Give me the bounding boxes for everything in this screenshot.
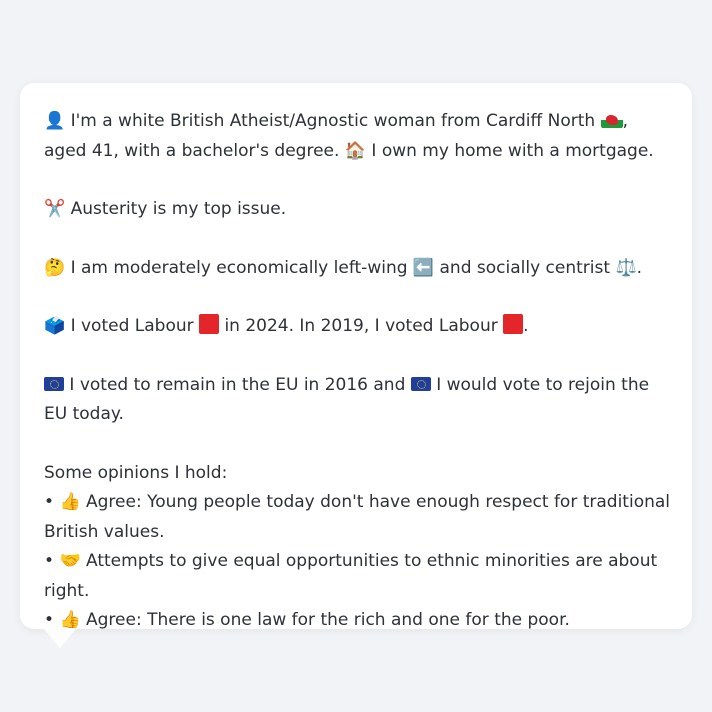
thumbs-up-icon: 👍 [59, 610, 81, 630]
opinion-text: Agree: Young people today don't have eno… [44, 492, 671, 542]
eu-flag-icon [410, 376, 431, 391]
intro-text-1: I'm a white British Atheist/Agnostic wom… [70, 111, 596, 131]
bullet: • [44, 492, 55, 512]
vote-text-3: . [523, 316, 529, 336]
eu-flag-icon [44, 376, 64, 391]
thumbs-up-icon: 👍 [59, 492, 81, 512]
opinion-text: Agree: There is one law for the rich and… [86, 610, 570, 630]
ideology-text-2: and socially centrist [439, 257, 611, 278]
thinking-face-icon: 🤔 [44, 257, 66, 278]
red-square-icon [199, 314, 220, 334]
ideology-paragraph: 🤔 I am moderately economically left-wing… [44, 254, 670, 284]
opinion-text: Attempts to give equal opportunities to … [44, 551, 658, 601]
issue-text: Austerity is my top issue. [70, 199, 287, 219]
scissors-icon: ✂️ [44, 199, 66, 219]
opinion-item: • 🤝 Attempts to give equal opportunities… [44, 547, 670, 606]
opinion-item: • 👍 Agree: There is one law for the rich… [44, 606, 670, 636]
house-icon: 🏠 [344, 140, 366, 161]
bullet: • [44, 610, 55, 630]
handshake-icon: 🤝 [59, 551, 81, 571]
red-square-icon [503, 314, 524, 334]
balance-scale-icon: ⚖️ [615, 257, 637, 278]
intro-paragraph: 👤 I'm a white British Atheist/Agnostic w… [44, 107, 670, 166]
opinion-item: • 👍 Agree: Young people today don't have… [44, 488, 670, 547]
bubble-tail [44, 629, 76, 648]
wales-flag-icon [600, 112, 623, 128]
opinions-heading: Some opinions I hold: [44, 462, 228, 483]
ballot-box-icon: 🗳️ [44, 316, 66, 336]
bullet: • [44, 551, 55, 571]
vote-text-2: in 2024. In 2019, I voted Labour [224, 316, 498, 336]
eu-paragraph: I voted to remain in the EU in 2016 and … [44, 371, 670, 430]
ideology-text-3: . [636, 257, 643, 278]
person-silhouette-icon: 👤 [44, 111, 66, 131]
left-arrow-icon: ⬅️ [412, 257, 435, 278]
issue-paragraph: ✂️ Austerity is my top issue. [44, 195, 670, 225]
persona-message-bubble: 👤 I'm a white British Atheist/Agnostic w… [20, 83, 692, 630]
eu-text-1: I voted to remain in the EU in 2016 and [69, 374, 406, 395]
vote-text-1: I voted Labour [70, 316, 194, 336]
ideology-text-1: I am moderately economically left-wing [70, 257, 408, 278]
vote-paragraph: 🗳️ I voted Labour in 2024. In 2019, I vo… [44, 312, 670, 342]
home-text: I own my home with a mortgage. [371, 140, 654, 161]
